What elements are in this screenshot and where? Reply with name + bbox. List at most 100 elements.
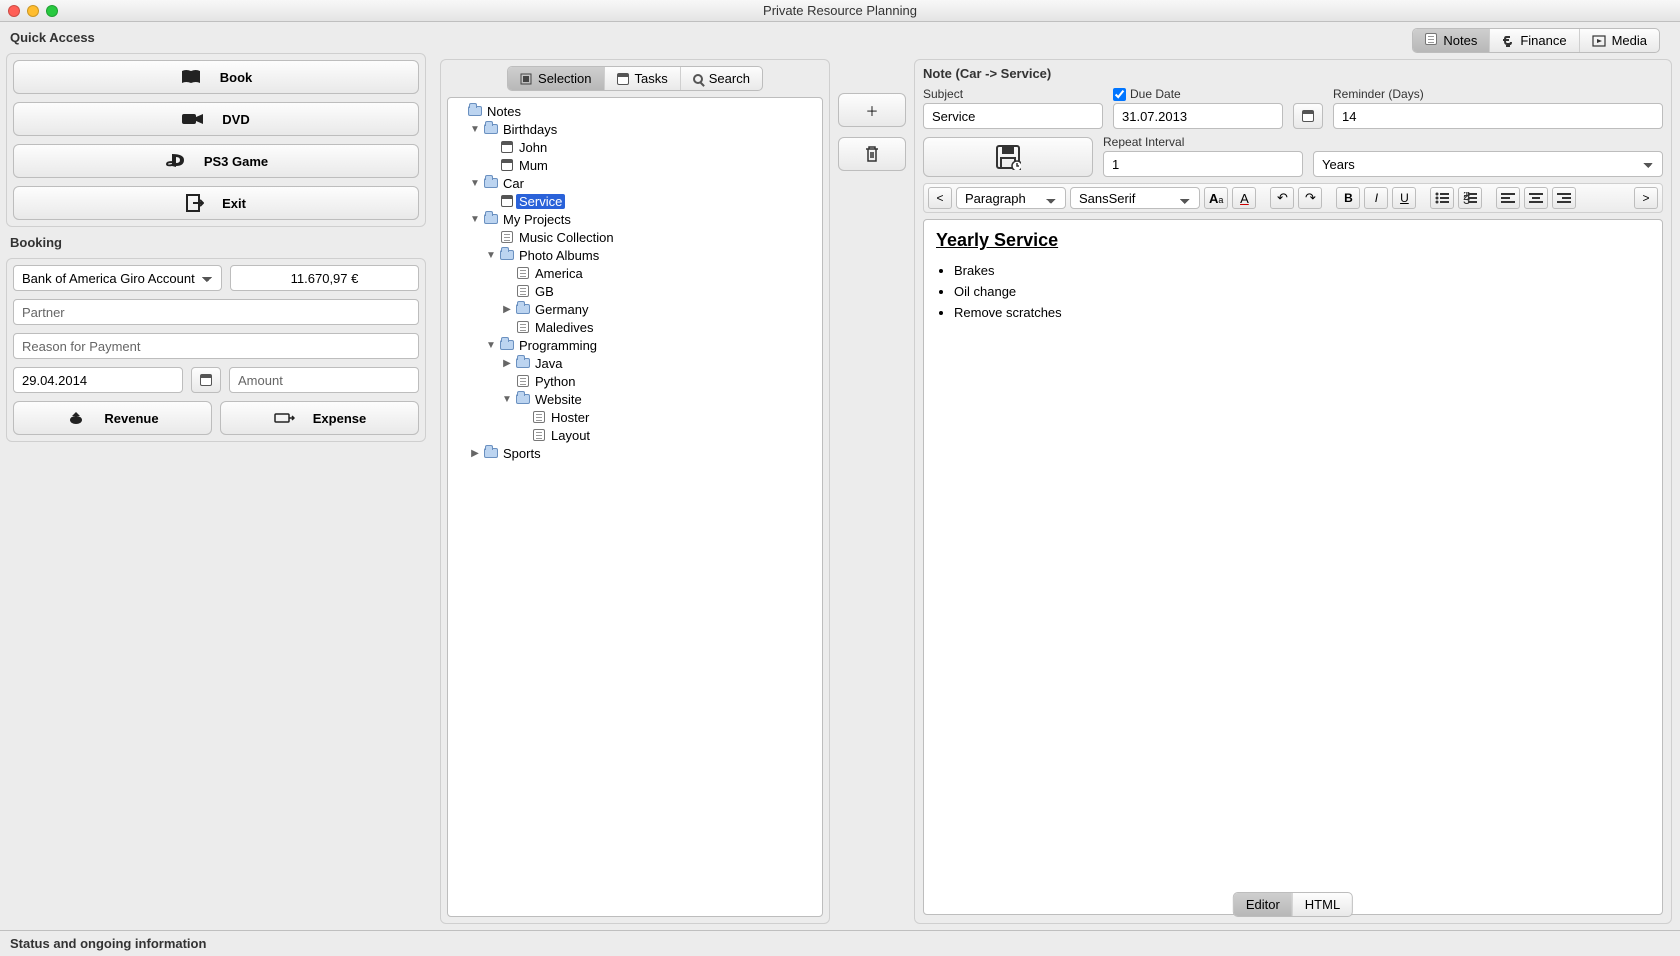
note-icon — [514, 321, 532, 333]
tree-node[interactable]: Hoster — [448, 408, 822, 426]
due-date-checkbox[interactable] — [1113, 88, 1126, 101]
view-tab-editor[interactable]: Editor — [1234, 893, 1293, 916]
repeat-unit-select[interactable]: Years — [1313, 151, 1663, 177]
undo-button[interactable]: ↶ — [1270, 187, 1294, 209]
date-picker-button[interactable] — [191, 367, 221, 393]
tree-node[interactable]: John — [448, 138, 822, 156]
quick-access-group: Book DVD PS3 Game Exit — [6, 53, 426, 227]
folder-icon — [514, 358, 532, 368]
tree-node-label: GB — [532, 284, 557, 299]
dvd-button[interactable]: DVD — [13, 102, 419, 136]
disclosure-arrow-icon[interactable]: ▼ — [468, 214, 482, 225]
revenue-button[interactable]: Revenue — [13, 401, 212, 435]
tree-node[interactable]: Python — [448, 372, 822, 390]
date-input[interactable] — [13, 367, 183, 393]
reason-input[interactable] — [13, 333, 419, 359]
tree-node[interactable]: Service — [448, 192, 822, 210]
tree-node[interactable]: Music Collection — [448, 228, 822, 246]
tree-view[interactable]: Notes▼BirthdaysJohnMum▼CarService▼My Pro… — [447, 97, 823, 917]
tree-node[interactable]: ▼Programming — [448, 336, 822, 354]
tree-node[interactable]: ▼My Projects — [448, 210, 822, 228]
align-left-button[interactable] — [1496, 187, 1520, 209]
disclosure-arrow-icon[interactable]: ▼ — [468, 178, 482, 189]
selection-icon — [520, 73, 532, 85]
tree-node[interactable]: Mum — [448, 156, 822, 174]
tree-node[interactable]: Layout — [448, 426, 822, 444]
tab-notes[interactable]: Notes — [1413, 29, 1490, 52]
disclosure-arrow-icon[interactable]: ▶ — [500, 304, 514, 315]
due-date-picker-button[interactable] — [1293, 103, 1323, 129]
view-tabs: Editor HTML — [1233, 892, 1353, 917]
disclosure-arrow-icon[interactable]: ▼ — [484, 340, 498, 351]
account-select[interactable]: Bank of America Giro Account — [13, 265, 222, 291]
reminder-input[interactable] — [1333, 103, 1663, 129]
expense-icon — [273, 411, 295, 425]
align-right-button[interactable] — [1552, 187, 1576, 209]
italic-button[interactable]: I — [1364, 187, 1388, 209]
ol-icon: 123 — [1463, 192, 1477, 204]
finance-icon — [1502, 34, 1514, 48]
amount-input[interactable] — [229, 367, 419, 393]
tab-media[interactable]: Media — [1580, 29, 1659, 52]
tree-node[interactable]: ▶ Java — [448, 354, 822, 372]
disclosure-arrow-icon[interactable]: ▶ — [500, 358, 514, 369]
quick-access-label: Quick Access — [6, 28, 426, 47]
tree-node[interactable]: America — [448, 264, 822, 282]
tree-node[interactable]: ▼Car — [448, 174, 822, 192]
font-size-button[interactable]: Aa — [1204, 187, 1228, 209]
delete-node-button[interactable] — [838, 137, 906, 171]
tab-finance-label: Finance — [1520, 33, 1566, 48]
subject-input[interactable] — [923, 103, 1103, 129]
toolbar-prev[interactable]: < — [928, 187, 952, 209]
tree-node[interactable]: ▼Photo Albums — [448, 246, 822, 264]
redo-button[interactable]: ↷ — [1298, 187, 1322, 209]
repeat-value-input[interactable] — [1103, 151, 1303, 177]
disclosure-arrow-icon[interactable]: ▼ — [484, 250, 498, 261]
tree-tab-search[interactable]: Search — [681, 67, 762, 90]
tab-finance[interactable]: Finance — [1490, 29, 1579, 52]
font-color-button[interactable]: A — [1232, 187, 1256, 209]
toolbar-next[interactable]: > — [1634, 187, 1658, 209]
tree-node[interactable]: ▼Website — [448, 390, 822, 408]
expense-button[interactable]: Expense — [220, 401, 419, 435]
ps3-label: PS3 Game — [204, 154, 268, 169]
disclosure-arrow-icon[interactable]: ▼ — [468, 124, 482, 135]
add-node-button[interactable]: ＋ — [838, 93, 906, 127]
main-tabs: Notes Finance Media — [1412, 28, 1660, 53]
tree-node-label: Java — [532, 356, 565, 371]
partner-input[interactable] — [13, 299, 419, 325]
tree-node[interactable]: Notes — [448, 102, 822, 120]
tree-node[interactable]: ▶Sports — [448, 444, 822, 462]
tree-node-label: Layout — [548, 428, 593, 443]
tree-node[interactable]: ▶ Germany — [448, 300, 822, 318]
disclosure-arrow-icon[interactable]: ▶ — [468, 448, 482, 459]
balance-field[interactable] — [230, 265, 419, 291]
disclosure-arrow-icon[interactable]: ▼ — [500, 394, 514, 405]
tree-node[interactable]: GB — [448, 282, 822, 300]
note-editor[interactable]: Yearly Service BrakesOil changeRemove sc… — [923, 219, 1663, 915]
save-button[interactable] — [923, 137, 1093, 177]
book-button[interactable]: Book — [13, 60, 419, 94]
folder-icon — [482, 448, 500, 458]
ps3-button[interactable]: PS3 Game — [13, 144, 419, 178]
plus-icon: ＋ — [865, 101, 878, 120]
align-center-button[interactable] — [1524, 187, 1548, 209]
number-list-button[interactable]: 123 — [1458, 187, 1482, 209]
tree-node-label: Notes — [484, 104, 524, 119]
tree-node[interactable]: ▼Birthdays — [448, 120, 822, 138]
view-tab-html[interactable]: HTML — [1293, 893, 1352, 916]
font-select[interactable]: SansSerif — [1070, 187, 1200, 209]
due-date-input[interactable] — [1113, 103, 1283, 129]
note-icon — [514, 267, 532, 279]
bold-button[interactable]: B — [1336, 187, 1360, 209]
tree-tab-tasks[interactable]: Tasks — [605, 67, 681, 90]
tree-node-label: Germany — [532, 302, 591, 317]
underline-button[interactable]: U — [1392, 187, 1416, 209]
bullet-list-button[interactable] — [1430, 187, 1454, 209]
note-icon — [530, 429, 548, 441]
tree-tab-selection[interactable]: Selection — [508, 67, 604, 90]
exit-icon — [186, 194, 204, 212]
paragraph-select[interactable]: Paragraph — [956, 187, 1066, 209]
exit-button[interactable]: Exit — [13, 186, 419, 220]
tree-node[interactable]: Maledives — [448, 318, 822, 336]
